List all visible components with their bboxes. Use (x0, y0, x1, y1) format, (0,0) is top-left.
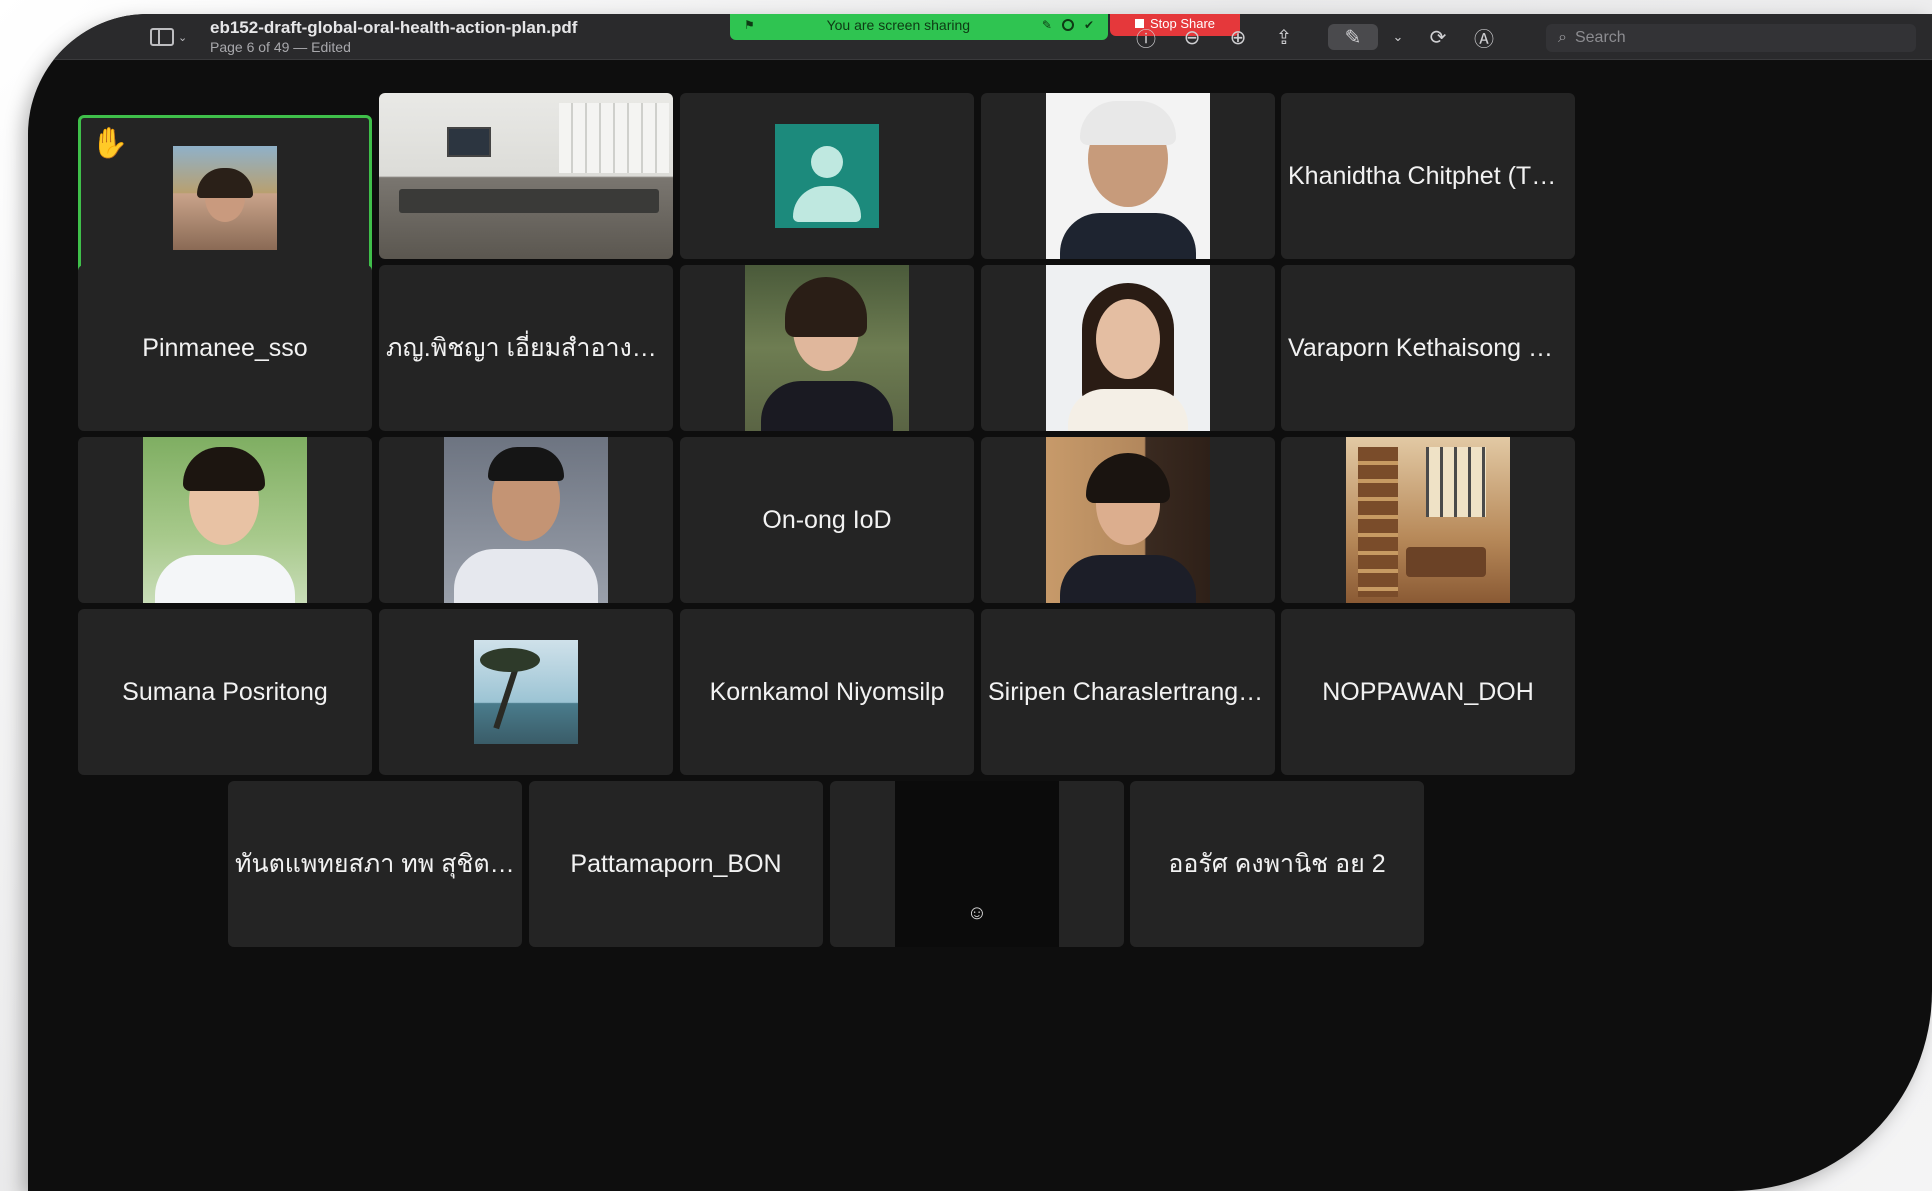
participant-tile[interactable]: ☺ (830, 781, 1124, 947)
screenshot-frame: ⌄ eb152-draft-global-oral-health-action-… (0, 0, 1932, 1191)
participant-tile[interactable]: ✋ (78, 115, 372, 281)
zoom-in-icon[interactable]: ⊕ (1224, 24, 1252, 50)
pin-icon: ⚑ (744, 18, 755, 32)
participant-video (173, 146, 277, 250)
share-icon[interactable]: ⇪ (1270, 24, 1298, 50)
participant-tile[interactable]: Sumana Posritong (78, 609, 372, 775)
screen-sharing-banner[interactable]: ⚑ You are screen sharing ✎ ✔ (730, 14, 1108, 40)
participant-video: ☺ (895, 781, 1059, 947)
participant-tile[interactable]: On-ong IoD (680, 437, 974, 603)
emoji-icon: ☺ (966, 902, 988, 924)
participant-tile[interactable]: Varaporn Kethaisong กรม... (1281, 265, 1575, 431)
participant-name: Khanidtha Chitphet (Thai... (1288, 161, 1568, 190)
participant-photo (143, 437, 307, 603)
participant-name: ภญ.พิชญา เอี่ยมสำอางค์... (386, 334, 666, 362)
avatar-placeholder-icon (775, 124, 879, 228)
participant-tile[interactable] (680, 265, 974, 431)
participant-video (379, 93, 673, 259)
sidebar-icon (150, 28, 174, 46)
mic-icon[interactable]: ✎ (1042, 18, 1052, 32)
raised-hand-icon: ✋ (91, 127, 129, 160)
participant-tile[interactable]: ภญ.พิชญา เอี่ยมสำอางค์... (379, 265, 673, 431)
participant-image (1346, 437, 1510, 603)
participant-name: Pinmanee_sso (142, 333, 308, 362)
participant-photo (745, 265, 909, 431)
participant-tile[interactable]: Pattamaporn_BON (529, 781, 823, 947)
chevron-down-icon: ⌄ (178, 31, 188, 44)
participant-tile[interactable]: ทันตแพทยสภา ทพ สุชิต พูล... (228, 781, 522, 947)
participant-tile[interactable] (379, 437, 673, 603)
document-title: eb152-draft-global-oral-health-action-pl… (210, 18, 578, 37)
participant-tile[interactable] (1281, 437, 1575, 603)
participant-tile[interactable] (379, 93, 673, 259)
info-icon[interactable]: ⓘ (1132, 24, 1160, 51)
shield-icon[interactable]: ✔ (1084, 18, 1094, 32)
rotate-icon[interactable]: ⟳ (1424, 24, 1452, 50)
participant-name: On-ong IoD (762, 505, 892, 534)
stop-share-button[interactable]: Stop Share (1110, 14, 1240, 36)
search-field[interactable]: ⌕ (1546, 24, 1916, 52)
search-icon: ⌕ (1558, 29, 1567, 46)
participant-name: ทันตแพทยสภา ทพ สุชิต พูล... (235, 850, 515, 878)
annotate-icon[interactable]: Ⓐ (1470, 24, 1498, 51)
chevron-down-icon[interactable]: ⌄ (1384, 24, 1412, 50)
participant-tile[interactable] (981, 93, 1275, 259)
participant-image (474, 640, 578, 744)
participant-tile[interactable] (680, 93, 974, 259)
participant-name: Varaporn Kethaisong กรม... (1288, 334, 1568, 362)
participant-name: Siripen Charaslertrangsi (... (988, 677, 1268, 706)
zoom-out-icon[interactable]: ⊖ (1178, 24, 1206, 50)
participant-photo (1046, 437, 1210, 603)
participant-tile[interactable]: Pinmanee_sso (78, 265, 372, 431)
participant-name: Sumana Posritong (122, 677, 328, 706)
participant-photo (1046, 265, 1210, 431)
pdf-toolbar: ⌄ eb152-draft-global-oral-health-action-… (28, 14, 1932, 60)
participant-name: Pattamaporn_BON (570, 849, 782, 878)
participant-tile[interactable]: Khanidtha Chitphet (Thai... (1281, 93, 1575, 259)
sidebar-toggle-button[interactable]: ⌄ (150, 26, 190, 48)
participant-name: ออรัศ คงพานิช อย 2 (1168, 850, 1386, 878)
participant-tile[interactable] (981, 265, 1275, 431)
record-icon[interactable] (1061, 19, 1074, 31)
participant-tile[interactable] (379, 609, 673, 775)
participant-tile[interactable]: ออรัศ คงพานิช อย 2 (1130, 781, 1424, 947)
document-status: Page 6 of 49 — Edited (210, 39, 351, 55)
app-window: ⌄ eb152-draft-global-oral-health-action-… (28, 14, 1932, 1191)
participant-tile[interactable] (78, 437, 372, 603)
search-input[interactable] (1574, 29, 1875, 47)
participant-photo (444, 437, 608, 603)
participant-photo (1046, 93, 1210, 259)
participant-tile[interactable]: Kornkamol Niyomsilp (680, 609, 974, 775)
participant-tile[interactable]: NOPPAWAN_DOH (1281, 609, 1575, 775)
participant-tile[interactable] (981, 437, 1275, 603)
participant-tile[interactable]: Siripen Charaslertrangsi (... (981, 609, 1275, 775)
participant-name: Kornkamol Niyomsilp (709, 677, 945, 706)
participant-name: NOPPAWAN_DOH (1322, 677, 1534, 706)
markup-pen-icon[interactable]: ✎ (1328, 24, 1378, 50)
screen-sharing-label: You are screen sharing (826, 17, 971, 33)
